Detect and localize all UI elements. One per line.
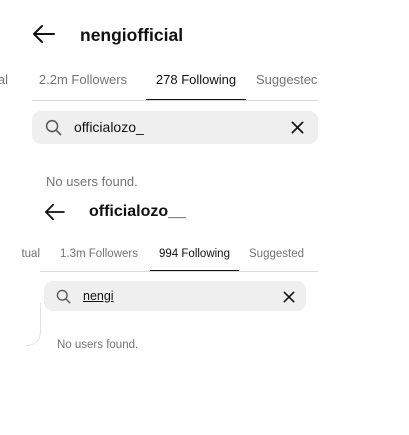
tabs-divider <box>40 271 318 272</box>
follow-tabs: al 2.2m Followers 278 Following Suggeste… <box>0 67 318 101</box>
following-panel-officialozo: officialozo__ tual 1.3m Followers 994 Fo… <box>0 195 409 435</box>
search-input[interactable] <box>83 289 263 304</box>
search-input[interactable] <box>74 119 274 136</box>
close-icon[interactable] <box>291 121 304 134</box>
tab-followers[interactable]: 2.2m Followers <box>20 67 146 101</box>
search-bar[interactable] <box>32 111 318 144</box>
tab-suggested[interactable]: Suggestec <box>246 67 318 101</box>
arrow-left-icon[interactable] <box>43 203 65 221</box>
search-icon <box>56 289 71 304</box>
search-icon <box>45 119 62 136</box>
tab-mutual[interactable]: al <box>0 67 20 101</box>
arrow-left-icon[interactable] <box>31 24 55 44</box>
tabs-divider <box>32 100 318 101</box>
tab-mutual[interactable]: tual <box>0 242 48 272</box>
tab-following[interactable]: 994 Following <box>150 242 239 272</box>
empty-results-message: No users found. <box>57 339 139 351</box>
following-panel-nengiofficial: nengiofficial al 2.2m Followers 278 Foll… <box>0 0 409 195</box>
follow-tabs: tual 1.3m Followers 994 Following Sugges… <box>0 242 318 272</box>
close-icon[interactable] <box>283 291 295 303</box>
profile-username: nengiofficial <box>80 25 184 45</box>
tab-following[interactable]: 278 Following <box>146 67 246 101</box>
profile-username: officialozo__ <box>89 203 186 220</box>
empty-results-message: No users found. <box>46 174 138 189</box>
decorative-edge <box>26 303 41 346</box>
search-bar[interactable] <box>44 281 306 311</box>
tab-suggested[interactable]: Suggested <box>239 242 318 272</box>
tab-followers[interactable]: 1.3m Followers <box>48 242 150 272</box>
